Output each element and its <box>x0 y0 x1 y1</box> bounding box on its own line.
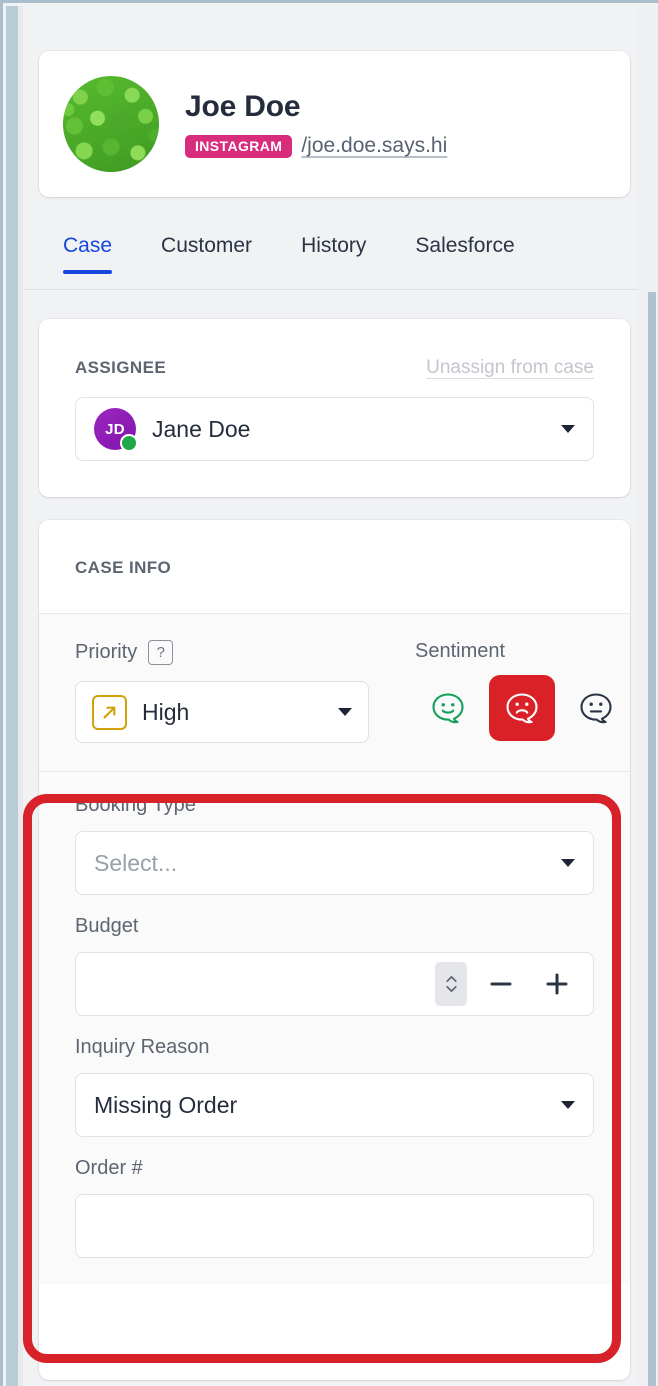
field-booking-type: Booking Type Select... <box>75 794 594 895</box>
tab-case[interactable]: Case <box>63 234 113 274</box>
customer-handle-link[interactable]: /joe.doe.says.hi <box>301 134 447 158</box>
vertical-scrollbar-thumb[interactable] <box>648 292 656 1386</box>
priority-label-row: Priority ? <box>75 640 371 665</box>
panel-top-divider <box>23 289 638 290</box>
budget-label: Budget <box>75 915 139 937</box>
priority-high-arrow-icon <box>92 694 127 730</box>
tab-history[interactable]: History <box>301 234 366 274</box>
budget-input[interactable] <box>94 970 435 998</box>
priority-value: High <box>142 698 190 725</box>
case-custom-fields: Booking Type Select... Budget Inquiry Re… <box>39 772 630 1284</box>
order-number-input-wrapper <box>75 1194 594 1258</box>
booking-type-dropdown[interactable]: Select... <box>75 831 594 895</box>
customer-name: Joe Doe <box>185 90 301 123</box>
sentiment-negative-button[interactable] <box>489 675 555 741</box>
priority-dropdown[interactable]: High <box>75 681 369 743</box>
field-order-number: Order # <box>75 1157 594 1258</box>
help-icon[interactable]: ? <box>148 640 174 665</box>
budget-spinner[interactable] <box>435 962 467 1006</box>
assignee-header-row: ASSIGNEE Unassign from case <box>75 357 594 379</box>
sentiment-options <box>415 675 629 741</box>
field-budget: Budget <box>75 915 594 1016</box>
customer-profile-meta: Joe Doe INSTAGRAM /joe.doe.says.hi <box>185 90 447 158</box>
inquiry-reason-label: Inquiry Reason <box>75 1036 210 1058</box>
sentiment-field: Sentiment <box>415 640 629 741</box>
case-details-panel: Joe Doe INSTAGRAM /joe.doe.says.hi Case … <box>23 6 638 1386</box>
case-info-card: CASE INFO Priority ? High Sentiment Book… <box>39 520 630 1380</box>
customer-avatar-image <box>63 76 159 172</box>
order-number-input[interactable] <box>94 1212 575 1240</box>
customer-channel-row: INSTAGRAM /joe.doe.says.hi <box>185 134 447 158</box>
sentiment-neutral-button[interactable] <box>563 675 629 741</box>
inquiry-reason-dropdown[interactable]: Missing Order <box>75 1073 594 1137</box>
chevron-down-icon <box>338 708 352 716</box>
left-rail-edge <box>6 6 18 1386</box>
presence-online-indicator <box>120 434 138 452</box>
priority-field: Priority ? High <box>75 640 371 743</box>
budget-increment-button[interactable] <box>535 962 579 1006</box>
booking-type-label: Booking Type <box>75 794 196 816</box>
channel-badge-instagram: INSTAGRAM <box>185 134 293 158</box>
inquiry-reason-value: Missing Order <box>94 1091 238 1118</box>
assignee-section-label: ASSIGNEE <box>75 358 167 377</box>
app-window: Joe Doe INSTAGRAM /joe.doe.says.hi Case … <box>0 0 658 1386</box>
customer-profile-card: Joe Doe INSTAGRAM /joe.doe.says.hi <box>39 51 630 197</box>
booking-type-value: Select... <box>94 849 178 876</box>
case-info-section-label: CASE INFO <box>39 520 630 614</box>
chevron-down-icon <box>561 859 575 867</box>
case-tabs: Case Customer History Salesforce <box>63 234 638 292</box>
order-number-label: Order # <box>75 1157 143 1179</box>
sentiment-label: Sentiment <box>415 640 506 662</box>
tab-customer[interactable]: Customer <box>161 234 252 274</box>
assignee-selected-name: Jane Doe <box>152 415 251 442</box>
unassign-from-case-link[interactable]: Unassign from case <box>426 357 594 379</box>
assignee-card: ASSIGNEE Unassign from case JD Jane Doe <box>39 319 630 497</box>
sentiment-positive-button[interactable] <box>415 675 481 741</box>
priority-label: Priority <box>75 641 138 663</box>
budget-input-wrapper <box>75 952 594 1016</box>
tab-salesforce[interactable]: Salesforce <box>415 234 514 274</box>
assignee-dropdown[interactable]: JD Jane Doe <box>75 397 594 461</box>
chevron-down-icon <box>561 1101 575 1109</box>
priority-sentiment-row: Priority ? High Sentiment <box>39 614 630 772</box>
field-inquiry-reason: Inquiry Reason Missing Order <box>75 1036 594 1137</box>
budget-decrement-button[interactable] <box>479 962 523 1006</box>
assignee-avatar: JD <box>94 408 138 452</box>
chevron-down-icon <box>561 425 575 433</box>
